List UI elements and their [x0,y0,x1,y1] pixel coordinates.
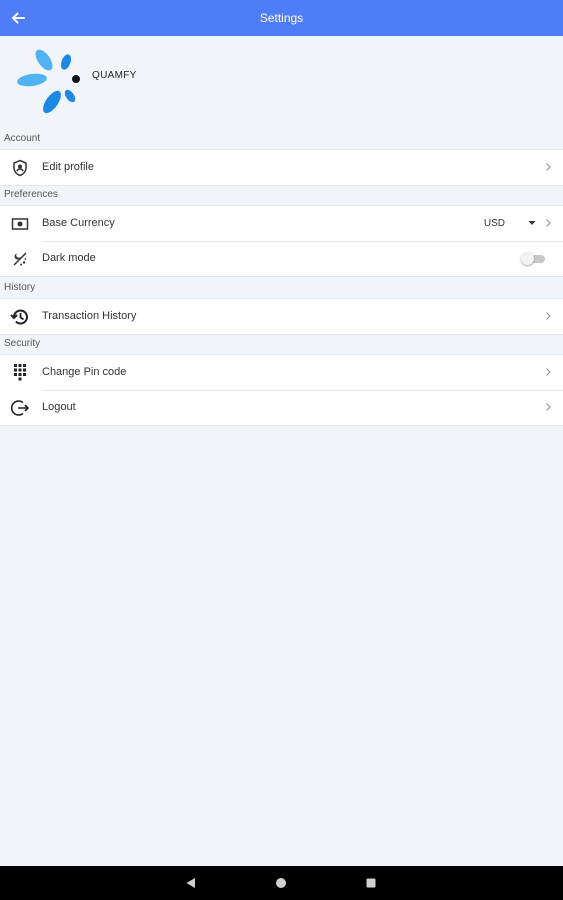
square-recents-icon [366,878,376,888]
transaction-history-row[interactable]: Transaction History [0,299,563,334]
dark-mode-toggle[interactable] [521,252,547,265]
brand-name: QUAMFY [92,70,137,81]
nav-back-button[interactable] [184,876,198,890]
edit-profile-row[interactable]: Edit profile [0,150,563,185]
section-header-security: Security [4,338,41,349]
nav-recents-button[interactable] [364,876,378,890]
edit-profile-label: Edit profile [42,161,94,173]
chevron-right-icon [546,163,551,171]
nav-home-button[interactable] [274,876,288,890]
chevron-right-icon [546,368,551,376]
brand-header: QUAMFY [12,44,312,120]
logout-label: Logout [42,401,76,413]
profile-shield-icon [10,158,30,178]
toggle-thumb [521,252,534,265]
dark-mode-row[interactable]: Dark mode [0,241,563,276]
account-group: Edit profile [0,149,563,186]
security-group: Change Pin code Logout [0,354,563,426]
change-pin-label: Change Pin code [42,366,127,378]
chevron-right-icon [546,312,551,320]
dark-mode-label: Dark mode [42,252,96,264]
logout-row[interactable]: Logout [0,390,563,425]
system-nav-bar [0,866,563,900]
quamfy-logo [17,49,80,114]
app-bar: Settings [0,0,563,36]
change-pin-row[interactable]: Change Pin code [0,355,563,390]
chevron-right-icon [546,219,551,227]
page-title: Settings [259,11,304,25]
section-header-account: Account [4,133,41,144]
keypad-icon [10,363,30,383]
section-header-history: History [4,282,36,293]
triangle-back-icon [186,878,195,888]
chevron-right-icon [546,403,551,411]
dropdown-arrow-icon[interactable] [528,220,536,226]
dark-mode-icon [10,249,30,269]
logout-icon [10,398,30,418]
history-icon [10,307,30,327]
section-header-preferences: Preferences [4,189,58,200]
transaction-history-label: Transaction History [42,310,137,322]
circle-home-icon [276,878,286,888]
base-currency-label: Base Currency [42,217,115,229]
preferences-group: Base Currency USD Dark mode [0,205,563,277]
base-currency-row[interactable]: Base Currency USD [0,206,563,241]
history-group: Transaction History [0,298,563,335]
currency-note-icon [10,214,30,234]
currency-select-value[interactable]: USD [484,206,505,241]
